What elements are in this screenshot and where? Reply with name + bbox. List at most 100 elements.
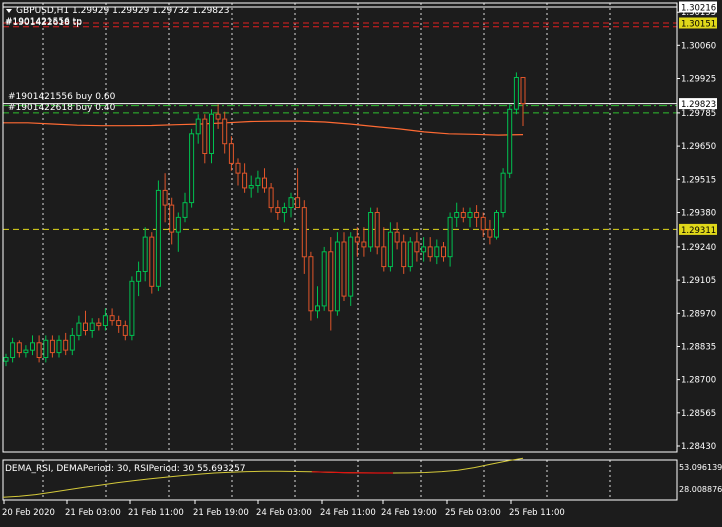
candle-body [69,334,75,351]
indicator-label: DEMA_RSI, DEMAPeriod: 30, RSIPeriod: 30 … [5,464,246,474]
candle-body [30,342,35,351]
candle-body [129,280,135,336]
candle-body [368,212,374,248]
candle [155,180,161,292]
price-chart[interactable]: 1.301951.300601.299251.297851.296501.295… [0,0,722,523]
candle-body [454,212,460,218]
candle-body [494,212,499,238]
candle-body [460,212,466,218]
candle-body [361,241,367,248]
trading-chart-window[interactable]: 1.30195 1.30060 1.29925 1.29785 1.29650 1.295… [0,0,722,523]
time-axis-label: 21 Feb 11:00 [128,508,184,518]
candle-body [76,322,82,336]
time-axis-label: 20 Feb 2020 [2,508,55,518]
candle-body [189,133,195,204]
candle-body [136,271,142,282]
candle-body [341,241,347,297]
candle-body [109,315,115,322]
candle-body [268,187,274,209]
candle-body [235,162,241,174]
price-tick-label: 1.28565 [681,409,716,419]
candle-body [222,118,228,145]
candle [407,237,413,272]
price-tick-label: 1.28835 [681,343,716,353]
time-axis-label: 25 Feb 03:00 [445,508,501,518]
price-tag: 1.30151 [679,17,717,30]
price-tag-label: 1.29311 [681,226,716,236]
candle-body [49,339,55,354]
candle-body [175,216,181,233]
candle-body [295,197,301,208]
price-tag-label: 1.29823 [681,100,716,110]
candle [500,168,506,218]
price-tag: 1.30216 [679,1,717,14]
candle-body [321,251,327,307]
candle-body [334,241,340,312]
indicator-scale-top: 53.096139 [679,463,722,472]
candle-body [162,189,168,206]
price-tick-label: 1.29240 [681,243,716,253]
candle-body [215,113,221,120]
candle-body [500,172,506,213]
candle [268,183,274,213]
candle-body [348,236,354,297]
time-axis-label: 24 Feb 19:00 [381,508,437,518]
candle-body [434,246,440,258]
price-tick-label: 1.29785 [681,109,716,119]
candle [321,246,327,311]
candle-body [43,339,49,358]
candle-body [202,118,208,154]
price-tick-label: 1.28700 [681,376,716,386]
candle-body [374,212,380,248]
candle-body [288,197,294,208]
candle-body [487,229,493,238]
candle-body [315,305,320,312]
symbol-info: GBPUSD,H1 1.29929 1.29929 1.29732 1.2982… [16,6,229,16]
candle-body [56,339,62,354]
candle-body [10,342,16,358]
price-tag: 1.29311 [679,223,717,236]
order-label-tp: #1901422618 tp [5,18,82,28]
candle-body [248,185,254,189]
chart-background [0,0,722,523]
time-axis-label: 21 Feb 03:00 [65,508,121,518]
time-axis-label: 24 Feb 11:00 [320,508,376,518]
candle-body [195,118,201,135]
candle-body [480,216,486,231]
candle-body [96,322,102,327]
candle-body [441,246,446,258]
time-axis-label: 21 Feb 19:00 [193,508,249,518]
candle-body [387,231,393,268]
candle-body [381,246,387,268]
candle [374,207,380,255]
candle-body [182,202,188,218]
price-tag-label: 1.30151 [681,20,716,30]
order-label-buy-2[interactable]: #1901422618 buy 0.40 [8,103,116,113]
candle-body [142,236,148,273]
price-tick-label: 1.29650 [681,142,716,152]
time-axis-label: 24 Feb 03:00 [256,508,312,518]
candle [308,251,314,321]
candle [494,210,499,240]
candle-body [63,339,69,351]
price-tick-label: 1.29925 [681,75,716,85]
price-tick-label: 1.30060 [681,41,716,51]
candle-body [36,342,42,358]
order-label-buy-1[interactable]: #1901421556 buy 0.60 [8,92,116,102]
candle-body [281,207,287,214]
candle-body [474,212,480,218]
candle-body [155,189,161,287]
candle [507,104,513,179]
candle-body [427,246,433,258]
candle-body [520,77,526,105]
price-tick-label: 1.29105 [681,276,716,286]
price-tick-label: 1.29515 [681,175,716,185]
candle-body [3,357,9,362]
candle-body [301,207,307,258]
candle-body [308,256,314,312]
candle-body [421,246,427,253]
candle [129,276,135,341]
price-tag: 1.29823 [679,98,717,110]
candle-body [83,322,88,332]
candle [368,207,374,252]
